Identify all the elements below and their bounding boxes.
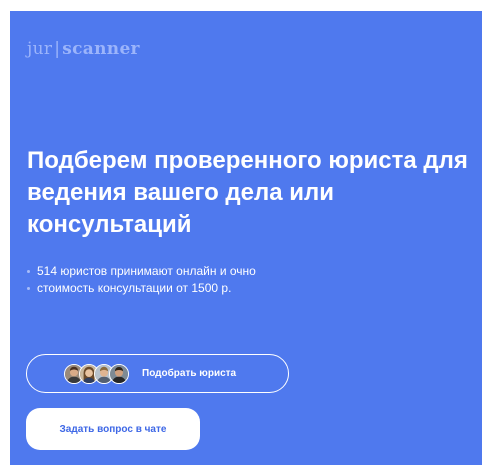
benefit-item: 514 юристов принимают онлайн и очно xyxy=(27,263,256,280)
ask-in-chat-button[interactable]: Задать вопрос в чате xyxy=(26,408,200,450)
avatar xyxy=(109,363,129,384)
logo-scanner: scanner xyxy=(62,39,140,59)
logo-jur: jur xyxy=(27,39,53,59)
hero-banner: jur | scanner Подберем проверенного юриста… xyxy=(10,11,482,465)
benefits-list: 514 юристов принимают онлайн и очно стои… xyxy=(27,263,256,297)
pick-lawyer-label: Подобрать юриста xyxy=(142,368,237,379)
benefit-item: стоимость консультации от 1500 р. xyxy=(27,280,256,297)
pick-lawyer-button[interactable]: Подобрать юриста xyxy=(26,354,289,393)
lawyer-avatars xyxy=(64,363,129,384)
logo-separator: | xyxy=(54,39,61,59)
headline: Подберем проверенного юриста для ведения… xyxy=(27,147,468,238)
logo[interactable]: jur | scanner xyxy=(27,39,140,59)
